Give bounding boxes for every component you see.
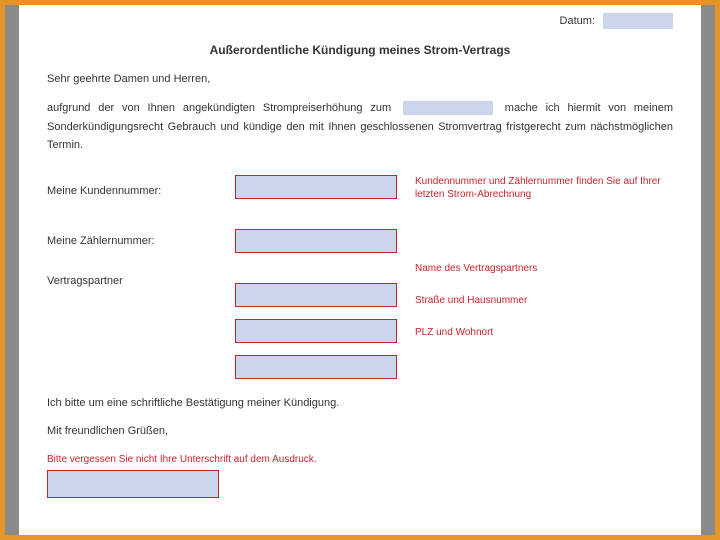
body-paragraph: aufgrund der von Ihnen angekündigten Str… <box>47 99 673 155</box>
hints-column: Kundennummer und Zählernummer finden Sie… <box>415 175 673 379</box>
zaehlernummer-label: Meine Zählernummer: <box>47 225 217 257</box>
date-label: Datum: <box>560 15 595 27</box>
confirmation-text: Ich bitte um eine schriftliche Bestätigu… <box>47 397 673 409</box>
body-text-before: aufgrund der von Ihnen angekündigten Str… <box>47 102 391 114</box>
kundennummer-label: Meine Kundennummer: <box>47 175 217 207</box>
date-input[interactable] <box>603 13 673 29</box>
signoff-text: Mit freundlichen Grüßen, <box>47 425 673 437</box>
hint-partner-name: Name des Vertragspartners <box>415 253 673 283</box>
labels-column: Meine Kundennummer: Meine Zählernummer: … <box>47 175 217 379</box>
partner-city-input[interactable] <box>235 355 397 379</box>
signature-hint: Bitte vergessen Sie nicht Ihre Unterschr… <box>47 453 673 466</box>
left-margin-stripe <box>5 5 19 535</box>
hint-partner-city: PLZ und Wohnort <box>415 317 673 347</box>
signature-input[interactable] <box>47 470 219 498</box>
document-frame: Datum: Außerordentliche Kündigung meines… <box>0 0 720 540</box>
right-margin-stripe <box>701 5 715 535</box>
kundennummer-input[interactable] <box>235 175 397 199</box>
price-increase-date-input[interactable] <box>403 101 493 115</box>
vertragspartner-label: Vertragspartner <box>47 275 217 307</box>
date-row: Datum: <box>47 13 673 29</box>
fields-column <box>235 175 397 379</box>
hint-partner-street: Straße und Hausnummer <box>415 285 673 315</box>
partner-name-input[interactable] <box>235 283 397 307</box>
partner-street-input[interactable] <box>235 319 397 343</box>
document-title: Außerordentliche Kündigung meines Strom-… <box>47 43 673 57</box>
hint-kundennummer: Kundennummer und Zählernummer finden Sie… <box>415 175 673 251</box>
salutation: Sehr geehrte Damen und Herren, <box>47 73 673 85</box>
document-page: Datum: Außerordentliche Kündigung meines… <box>19 5 701 535</box>
zaehlernummer-input[interactable] <box>235 229 397 253</box>
form-area: Meine Kundennummer: Meine Zählernummer: … <box>47 175 673 379</box>
